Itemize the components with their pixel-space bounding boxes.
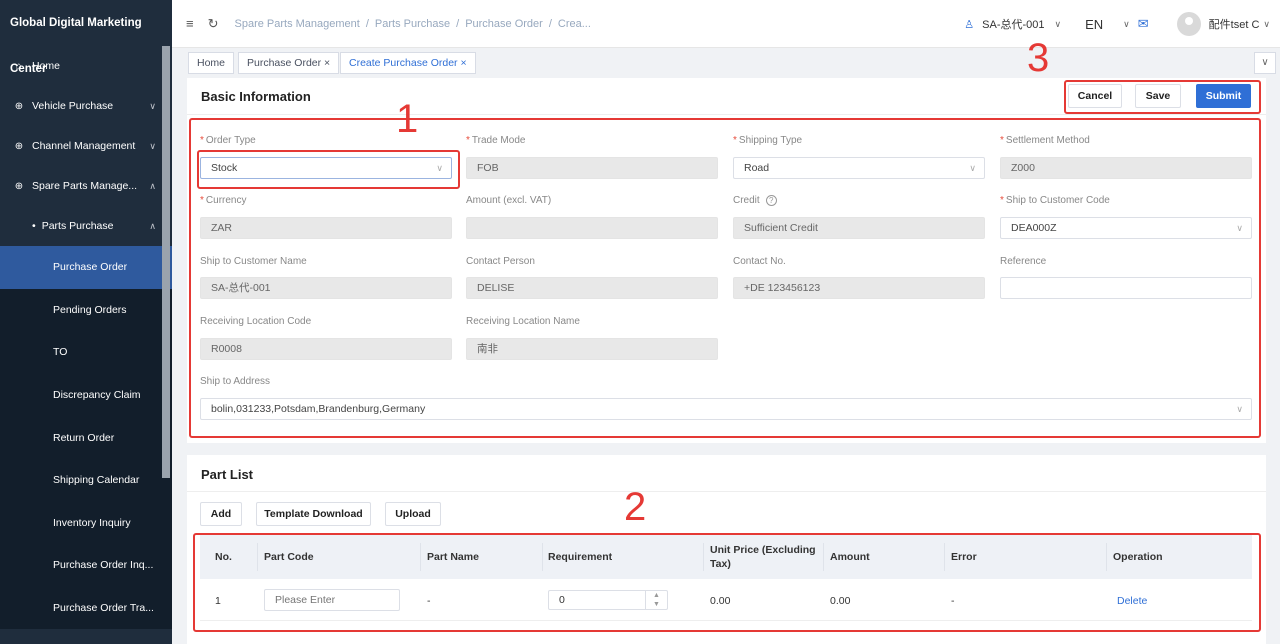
sidebar-item-label: Vehicle Purchase bbox=[32, 100, 114, 112]
refresh-icon[interactable]: ↻ bbox=[208, 16, 219, 32]
plus-circle-icon: ⊕ bbox=[14, 140, 24, 152]
section-title: Basic Information bbox=[201, 89, 311, 104]
chevron-down-icon: ∨ bbox=[149, 100, 156, 111]
bullet-icon: • bbox=[32, 220, 36, 232]
divider bbox=[187, 491, 1266, 492]
home-icon: ⌂ bbox=[15, 60, 23, 72]
tab-label: Home bbox=[197, 57, 226, 69]
sidebar-item-inventory-inquiry[interactable]: Inventory Inquiry bbox=[0, 501, 172, 545]
sidebar-item-channel-management[interactable]: ⊕ Channel Management ∨ bbox=[0, 126, 172, 166]
chevron-down-icon[interactable]: ∨ bbox=[1263, 19, 1270, 30]
avatar[interactable] bbox=[1176, 12, 1201, 36]
plus-circle-icon: ⊕ bbox=[14, 100, 24, 112]
plus-circle-icon: ⊕ bbox=[14, 180, 24, 192]
mail-icon[interactable]: ✉ bbox=[1138, 16, 1149, 32]
tab-home[interactable]: Home bbox=[188, 52, 235, 74]
sidebar-item-shipping-calendar[interactable]: Shipping Calendar bbox=[0, 458, 172, 502]
annotation-number: 3 bbox=[1027, 36, 1050, 80]
sidebar-item-pending-orders[interactable]: Pending Orders bbox=[0, 288, 172, 332]
sidebar-group-parts-purchase[interactable]: • Parts Purchase ∧ bbox=[0, 206, 172, 246]
tab-label: Purchase Order bbox=[247, 57, 322, 69]
user-name[interactable]: 配件tset C bbox=[1209, 16, 1260, 32]
chevron-down-icon: ∨ bbox=[149, 140, 156, 151]
close-icon[interactable]: × bbox=[324, 57, 330, 69]
breadcrumb-item[interactable]: Spare Parts Management bbox=[235, 18, 360, 30]
tabs-bar: Home Purchase Order × Create Purchase Or… bbox=[172, 48, 1280, 78]
breadcrumb-item[interactable]: Purchase Order bbox=[465, 18, 543, 30]
language-select[interactable]: EN bbox=[1085, 17, 1103, 32]
upload-button[interactable]: Upload bbox=[385, 502, 441, 526]
sidebar-item-home[interactable]: ⌂ Home bbox=[0, 46, 172, 86]
sidebar-item-to[interactable]: TO bbox=[0, 331, 172, 374]
sidebar-item-label: Home bbox=[32, 60, 61, 72]
dealer-select[interactable]: SA-总代-001 bbox=[982, 16, 1044, 32]
sidebar-item-label: Channel Management bbox=[32, 140, 136, 152]
sidebar-item-return-order[interactable]: Return Order bbox=[0, 416, 172, 459]
breadcrumb-item: Crea... bbox=[557, 17, 591, 30]
sidebar-item-label: Spare Parts Manage... bbox=[32, 180, 138, 192]
chevron-down-icon[interactable]: ∨ bbox=[1254, 52, 1276, 74]
chevron-up-icon: ∧ bbox=[149, 180, 156, 191]
annotation-number: 1 bbox=[396, 97, 419, 141]
close-icon[interactable]: × bbox=[460, 57, 466, 69]
breadcrumb-item[interactable]: Parts Purchase bbox=[375, 18, 450, 30]
topbar-right: ♙ SA-总代-001 ∨ EN ∨ ✉ 配件tset C ∨ bbox=[964, 0, 1270, 48]
tab-create-purchase-order[interactable]: Create Purchase Order × bbox=[340, 52, 476, 74]
add-button[interactable]: Add bbox=[200, 502, 242, 526]
sidebar-item-purchase-order[interactable]: Purchase Order bbox=[0, 246, 172, 289]
sidebar-item-label: Parts Purchase bbox=[41, 220, 114, 232]
annotation-number: 2 bbox=[624, 485, 647, 529]
breadcrumb: Spare Parts Management / Parts Purchase / … bbox=[234, 17, 591, 30]
sidebar-item-vehicle-purchase[interactable]: ⊕ Vehicle Purchase ∨ bbox=[0, 86, 172, 126]
tab-purchase-order[interactable]: Purchase Order × bbox=[238, 52, 340, 74]
sidebar-item-spare-parts[interactable]: ⊕ Spare Parts Manage... ∧ bbox=[0, 166, 172, 206]
template-download-button[interactable]: Template Download bbox=[256, 502, 371, 526]
chevron-down-icon[interactable]: ∨ bbox=[1123, 19, 1130, 30]
tab-label: Create Purchase Order bbox=[349, 57, 458, 69]
annotation-box-part-list bbox=[193, 533, 1261, 632]
sidebar-scrollbar[interactable] bbox=[162, 46, 170, 478]
divider bbox=[187, 114, 1266, 115]
sidebar-item-po-tracking[interactable]: Purchase Order Tra... bbox=[0, 586, 172, 630]
annotation-box-actions bbox=[1064, 80, 1261, 114]
menu-icon[interactable]: ≡ bbox=[186, 16, 194, 31]
sidebar: Global Digital Marketing Center ⌂ Home ⊕… bbox=[0, 0, 172, 644]
chevron-up-icon: ∧ bbox=[149, 220, 156, 231]
sidebar-item-po-inquiry[interactable]: Purchase Order Inq... bbox=[0, 544, 172, 587]
topbar: ≡ ↻ Spare Parts Management / Parts Purcha… bbox=[172, 0, 1280, 48]
annotation-box-basic-info bbox=[189, 118, 1261, 438]
user-icon: ♙ bbox=[964, 18, 975, 31]
sidebar-item-discrepancy-claim[interactable]: Discrepancy Claim bbox=[0, 373, 172, 417]
app-title: Global Digital Marketing Center bbox=[0, 0, 172, 75]
chevron-down-icon[interactable]: ∨ bbox=[1055, 19, 1062, 30]
section-title: Part List bbox=[201, 467, 254, 482]
